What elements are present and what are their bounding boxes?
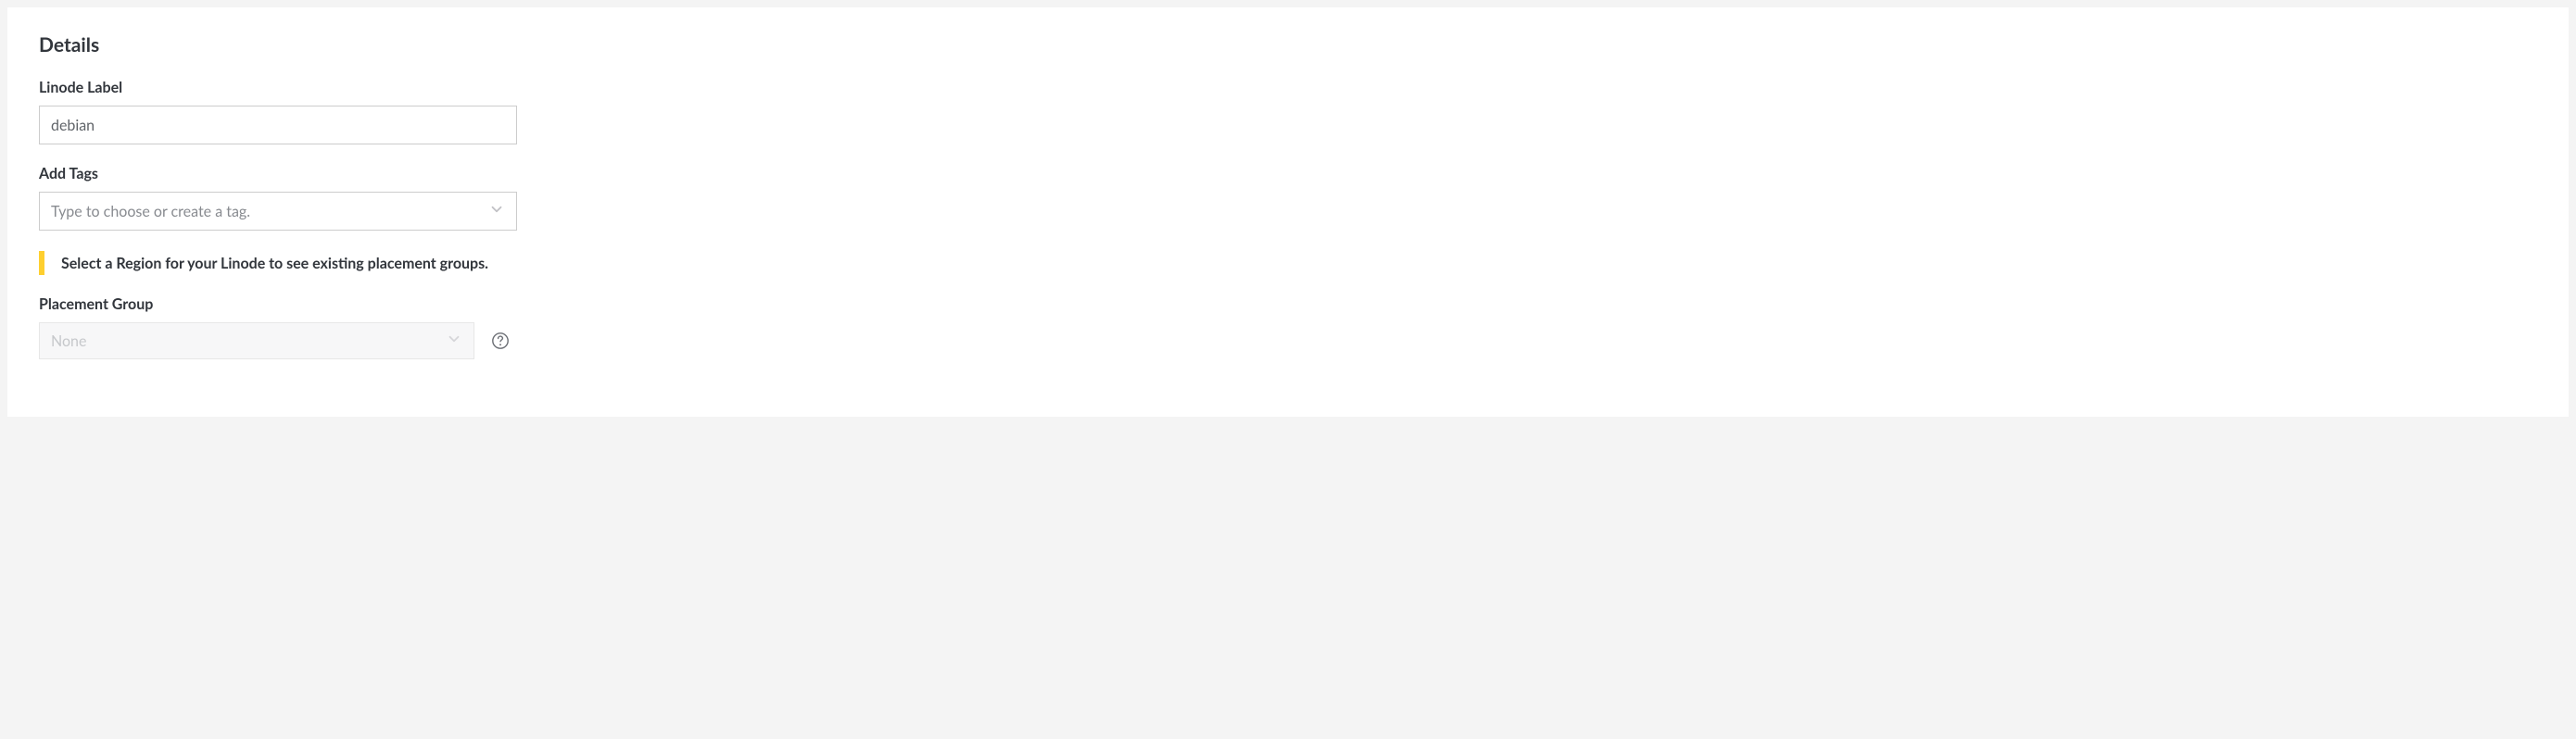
add-tags-select[interactable]: Type to choose or create a tag. [39, 192, 517, 231]
linode-label-field: Linode Label [39, 79, 2537, 144]
add-tags-label: Add Tags [39, 165, 2537, 182]
chevron-down-icon [446, 331, 462, 351]
placement-group-field: Placement Group None [39, 295, 2537, 359]
placement-group-value: None [51, 332, 86, 350]
notice-text: Select a Region for your Linode to see e… [61, 255, 488, 272]
placement-group-label: Placement Group [39, 295, 2537, 313]
placement-group-row: None [39, 322, 2537, 359]
region-notice: Select a Region for your Linode to see e… [39, 251, 2537, 275]
section-title: Details [39, 33, 2537, 56]
help-icon[interactable] [491, 332, 510, 350]
notice-accent-bar [39, 251, 44, 275]
placement-group-select: None [39, 322, 474, 359]
linode-label-input[interactable] [39, 106, 517, 144]
add-tags-placeholder: Type to choose or create a tag. [51, 203, 250, 220]
chevron-down-icon [488, 201, 505, 221]
add-tags-field: Add Tags Type to choose or create a tag. [39, 165, 2537, 231]
linode-label-label: Linode Label [39, 79, 2537, 96]
details-card: Details Linode Label Add Tags Type to ch… [7, 7, 2569, 417]
